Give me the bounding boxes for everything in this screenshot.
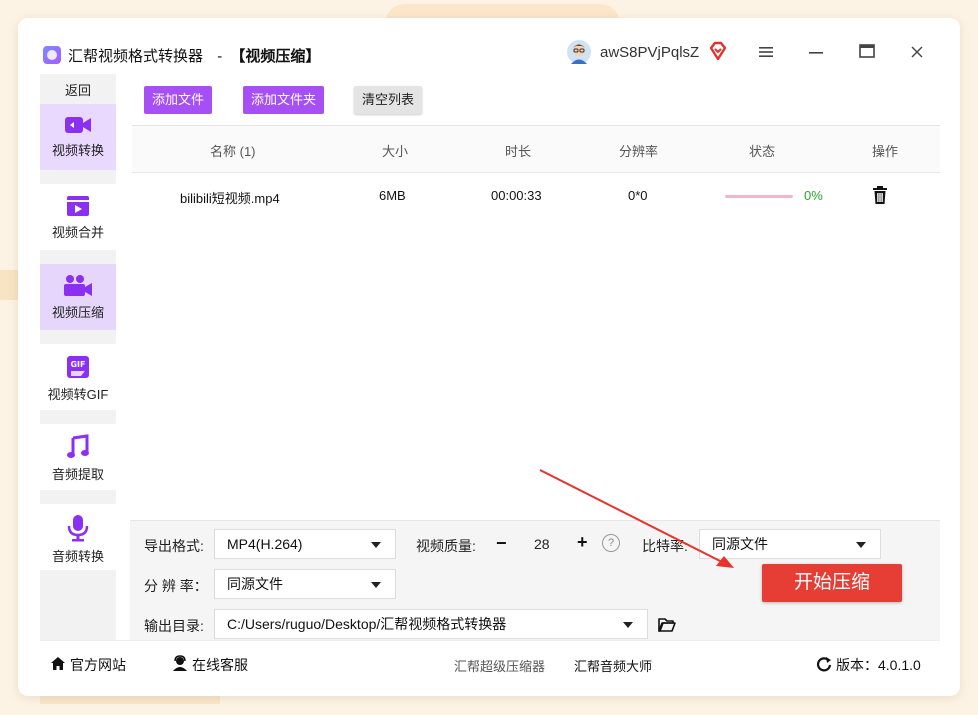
format-select[interactable]: MP4(H.264) bbox=[214, 529, 396, 559]
close-icon[interactable] bbox=[907, 44, 927, 64]
column-header-actions: 操作 bbox=[872, 144, 899, 159]
sidebar-item-video-convert[interactable]: 视频转换 bbox=[40, 104, 116, 170]
progress-bar bbox=[725, 195, 793, 198]
file-size: 6MB bbox=[379, 188, 406, 203]
column-header-duration: 时长 bbox=[505, 144, 532, 159]
module-title: 【视频压缩】 bbox=[230, 48, 321, 65]
file-resolution: 0*0 bbox=[628, 188, 648, 203]
username[interactable]: awS8PVjPqlsZ bbox=[600, 44, 699, 61]
quality-increase-button[interactable]: + bbox=[577, 532, 588, 552]
output-dir-select[interactable]: C:/Users/ruguo/Desktop/汇帮视频格式转换器 bbox=[214, 609, 648, 639]
progress-percent: 0% bbox=[804, 188, 823, 203]
chevron-down-icon bbox=[856, 542, 866, 548]
bitrate-label: 比特率: bbox=[642, 538, 688, 554]
sidebar-item-label: 视频转GIF bbox=[47, 387, 109, 402]
user-avatar-icon[interactable] bbox=[567, 40, 591, 64]
window-title: 汇帮视频格式转换器 - 【视频压缩】 bbox=[68, 45, 320, 66]
column-header-name: 名称 (1) bbox=[210, 144, 256, 159]
customer-service-icon bbox=[173, 655, 187, 671]
format-label: 导出格式: bbox=[144, 538, 204, 554]
app-title: 汇帮视频格式转换器 bbox=[68, 48, 204, 65]
sidebar-item-video-compress[interactable]: 视频压缩 bbox=[40, 264, 116, 330]
sidebar-item-audio-extract[interactable]: 音频提取 bbox=[40, 424, 116, 490]
refresh-icon bbox=[816, 657, 832, 672]
gif-icon: GIF bbox=[67, 356, 89, 378]
quality-value[interactable]: 28 bbox=[534, 536, 550, 552]
sidebar-item-label: 视频压缩 bbox=[51, 305, 104, 320]
microphone-icon bbox=[67, 515, 89, 542]
resolution-select[interactable]: 同源文件 bbox=[214, 569, 396, 599]
file-duration: 00:00:33 bbox=[491, 188, 542, 203]
app-logo-icon bbox=[43, 46, 61, 64]
official-website-link[interactable]: 官方网站 bbox=[70, 655, 126, 675]
column-header-status: 状态 bbox=[749, 144, 776, 159]
delete-icon[interactable] bbox=[872, 185, 888, 205]
folder-open-icon[interactable] bbox=[658, 617, 676, 633]
music-note-icon bbox=[67, 434, 89, 458]
home-icon bbox=[51, 657, 65, 670]
start-compress-button[interactable]: 开始压缩 bbox=[762, 564, 902, 602]
output-dir-path: C:/Users/ruguo/Desktop/汇帮视频格式转换器 bbox=[227, 616, 507, 632]
bitrate-value: 同源文件 bbox=[712, 536, 768, 552]
column-header-resolution: 分辨率 bbox=[619, 144, 659, 159]
video-compress-icon bbox=[64, 275, 92, 296]
video-merge-icon bbox=[67, 196, 89, 216]
sidebar: 返回 视频转换 视频合并 视频压缩 GIF 视频转GIF 音频提取 音频转换 bbox=[40, 74, 116, 640]
chevron-down-icon bbox=[371, 542, 381, 548]
version-label: 版本：4.0.1.0 bbox=[836, 657, 921, 673]
sidebar-item-video-to-gif[interactable]: GIF 视频转GIF bbox=[40, 344, 116, 410]
menu-icon[interactable] bbox=[756, 44, 776, 64]
footer: 官方网站 在线客服 汇帮超级压缩器 汇帮音频大师 版本：4.0.1.0 bbox=[40, 640, 940, 685]
chevron-down-icon bbox=[371, 582, 381, 588]
sidebar-item-audio-convert[interactable]: 音频转换 bbox=[40, 504, 116, 570]
output-dir-label: 输出目录: bbox=[144, 618, 204, 634]
svg-text:GIF: GIF bbox=[70, 360, 85, 369]
column-header-size: 大小 bbox=[382, 144, 409, 159]
sidebar-item-video-merge[interactable]: 视频合并 bbox=[40, 184, 116, 250]
title-bar: 汇帮视频格式转换器 - 【视频压缩】 awS8PVjPqlsZ bbox=[18, 18, 960, 74]
product-link-audio[interactable]: 汇帮音频大师 bbox=[574, 656, 652, 675]
minimize-icon[interactable] bbox=[806, 44, 826, 64]
product-link-compressor[interactable]: 汇帮超级压缩器 bbox=[454, 656, 545, 675]
sidebar-item-label: 音频转换 bbox=[51, 549, 104, 564]
maximize-icon[interactable] bbox=[857, 44, 877, 64]
file-name: bilibili短视频.mp4 bbox=[180, 191, 280, 206]
table-row[interactable]: bilibili短视频.mp4 6MB 00:00:33 0*0 0% bbox=[132, 174, 940, 220]
format-value: MP4(H.264) bbox=[227, 536, 303, 552]
add-folder-button[interactable]: 添加文件夹 bbox=[243, 86, 325, 114]
back-button[interactable]: 返回 bbox=[40, 80, 116, 99]
sidebar-item-label: 视频合并 bbox=[51, 225, 104, 240]
video-convert-icon bbox=[65, 117, 91, 133]
sidebar-item-label: 视频转换 bbox=[51, 143, 104, 158]
app-window: 汇帮视频格式转换器 - 【视频压缩】 awS8PVjPqlsZ 返回 视频转换 … bbox=[18, 18, 960, 696]
add-file-button[interactable]: 添加文件 bbox=[144, 86, 213, 114]
bitrate-select[interactable]: 同源文件 bbox=[699, 529, 881, 559]
sidebar-item-label: 音频提取 bbox=[51, 467, 104, 482]
quality-label: 视频质量: bbox=[416, 538, 476, 554]
chevron-down-icon bbox=[623, 622, 633, 628]
quality-decrease-button[interactable]: − bbox=[496, 533, 507, 553]
vip-diamond-icon[interactable] bbox=[708, 41, 728, 61]
settings-panel: 导出格式: MP4(H.264) 视频质量: − 28 + ? 比特率: 同源文… bbox=[130, 520, 940, 641]
title-separator: - bbox=[217, 48, 223, 65]
clear-list-button[interactable]: 清空列表 bbox=[354, 86, 423, 114]
resolution-label: 分 辨 率： bbox=[144, 578, 208, 594]
resolution-value: 同源文件 bbox=[227, 576, 283, 592]
help-icon[interactable]: ? bbox=[602, 534, 620, 552]
table-header: 名称 (1) 大小 时长 分辨率 状态 操作 bbox=[132, 125, 940, 173]
online-support-link[interactable]: 在线客服 bbox=[192, 655, 248, 675]
